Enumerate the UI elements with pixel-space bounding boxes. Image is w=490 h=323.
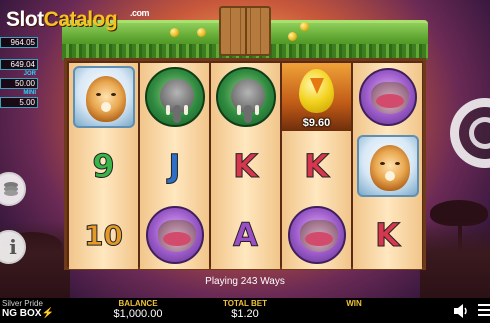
lion-eye bbox=[110, 93, 116, 96]
spin-arrow-icon bbox=[469, 117, 490, 149]
jackpot-value-2: 649.04 bbox=[0, 59, 38, 70]
reel-cell: A bbox=[211, 201, 280, 269]
balance-label: BALANCE bbox=[118, 299, 158, 308]
lightning-bolt-icon bbox=[310, 78, 324, 94]
lion-face bbox=[369, 145, 410, 191]
game-scene: 9 10 J K A $9.60 K K Playing 243 Ways SlotCatal… bbox=[0, 0, 490, 323]
reel-cell: J bbox=[140, 132, 209, 200]
total-bet-value[interactable]: $1.20 bbox=[210, 308, 280, 320]
bet-coins-button[interactable] bbox=[0, 172, 26, 206]
hippo-mouth bbox=[304, 232, 333, 246]
jackpot-tag-3: JOR bbox=[23, 71, 36, 77]
letter-symbol: 9 bbox=[92, 147, 115, 186]
ways-status: Playing 243 Ways bbox=[205, 276, 285, 287]
gate-divider bbox=[245, 8, 247, 54]
gold-coin-icon bbox=[300, 22, 309, 31]
egg-prize-value: $9.60 bbox=[302, 117, 331, 129]
lion-eye bbox=[379, 162, 385, 165]
lion-symbol bbox=[72, 66, 135, 128]
elephant-trunk bbox=[243, 105, 252, 123]
elephant-trunk bbox=[172, 105, 181, 123]
jackpot-value-3: 50.00 bbox=[0, 78, 38, 89]
hippo-symbol bbox=[145, 206, 204, 264]
lion-symbol bbox=[356, 135, 419, 197]
elephant-tusk bbox=[236, 105, 241, 115]
jackpot-value-4: 5.00 bbox=[0, 97, 38, 108]
hippo-symbol bbox=[287, 206, 346, 264]
lion-muzzle bbox=[384, 171, 395, 181]
reel-cell bbox=[353, 132, 422, 200]
hippo-mouth bbox=[375, 94, 404, 108]
gold-coin-icon bbox=[288, 32, 297, 41]
jackpot-value-1: 964.05 bbox=[0, 37, 38, 48]
logo-catalog-text: Catalog bbox=[43, 8, 118, 31]
provider-brand-text: NG BOX bbox=[2, 308, 42, 319]
reel-cell: $9.60 bbox=[282, 63, 351, 131]
slotcatalog-logo: SlotCatalog .com bbox=[6, 8, 150, 32]
reel-cell bbox=[140, 201, 209, 269]
elephant-symbol bbox=[215, 67, 276, 127]
letter-symbol: K bbox=[375, 216, 401, 255]
reel-cell: K bbox=[353, 201, 422, 269]
wooden-gate bbox=[219, 6, 271, 56]
savanna-grass-right bbox=[420, 221, 490, 301]
lightning-icon: ⚡ bbox=[41, 308, 54, 319]
win-label: WIN bbox=[346, 299, 362, 308]
reel-cell: 9 bbox=[69, 132, 138, 200]
game-title: Silver Pride bbox=[2, 299, 43, 308]
reel-cell bbox=[140, 63, 209, 131]
lion-eye bbox=[95, 93, 101, 96]
hippo-mouth bbox=[162, 232, 191, 246]
reel-cell: K bbox=[211, 132, 280, 200]
golden-egg-symbol: $9.60 bbox=[282, 63, 351, 131]
logo-suffix: .com bbox=[130, 8, 150, 18]
lion-eye bbox=[394, 162, 400, 165]
letter-symbol: J bbox=[168, 147, 181, 186]
info-icon: i bbox=[9, 235, 17, 259]
lion-face bbox=[85, 76, 126, 122]
elephant-symbol bbox=[144, 67, 205, 127]
provider-brand: NG BOX⚡ bbox=[2, 308, 54, 319]
reel-cell bbox=[69, 63, 138, 131]
reel-cell bbox=[353, 63, 422, 131]
total-bet-label: TOTAL BET bbox=[223, 299, 267, 308]
gold-coin-icon bbox=[197, 28, 206, 37]
gold-coin-icon bbox=[170, 28, 179, 37]
letter-symbol: K bbox=[304, 147, 330, 186]
reel-cell bbox=[282, 201, 351, 269]
letter-symbol: K bbox=[233, 147, 259, 186]
elephant-tusk bbox=[183, 105, 188, 115]
coin-stack-icon bbox=[4, 182, 18, 196]
balance-value: $1,000.00 bbox=[113, 308, 163, 320]
reel-cell: K bbox=[282, 132, 351, 200]
elephant-tusk bbox=[254, 105, 259, 115]
jackpot-tag-4: MINI bbox=[23, 90, 36, 96]
elephant-tusk bbox=[165, 105, 170, 115]
letter-symbol: 10 bbox=[84, 218, 124, 252]
bottom-bar: Silver Pride NG BOX⚡ BALANCE $1,000.00 T… bbox=[0, 298, 490, 323]
reel-cell bbox=[211, 63, 280, 131]
hippo-symbol bbox=[358, 68, 417, 126]
logo-slot-text: Slot bbox=[6, 8, 44, 31]
reel-cell: 10 bbox=[69, 201, 138, 269]
spin-button[interactable] bbox=[450, 98, 490, 168]
speaker-icon[interactable] bbox=[452, 303, 470, 319]
menu-icon[interactable] bbox=[478, 303, 490, 317]
lion-muzzle bbox=[100, 102, 111, 112]
letter-symbol: A bbox=[233, 216, 259, 255]
